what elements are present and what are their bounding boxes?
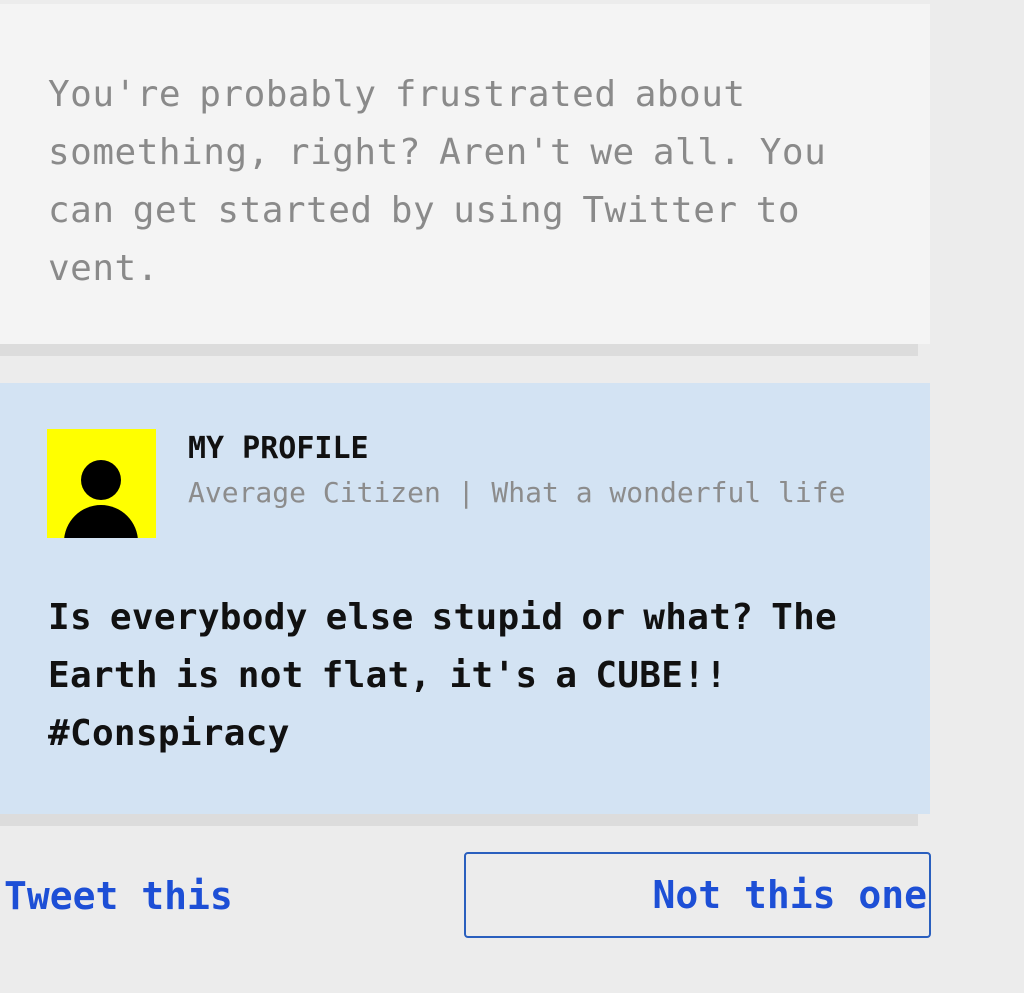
person-body-icon: [64, 505, 138, 538]
intro-text: You're probably frustrated about somethi…: [48, 74, 827, 289]
tweet-text: Is everybody else stupid or what? The Ea…: [48, 597, 838, 754]
profile-name: MY PROFILE: [188, 431, 369, 466]
tweet-this-button[interactable]: Tweet this: [0, 864, 233, 928]
not-this-one-button[interactable]: Not this one: [464, 852, 931, 938]
person-silhouette-icon: [81, 460, 121, 500]
profile-bio: Average Citizen | What a wonderful life: [188, 476, 846, 509]
avatar: [47, 429, 156, 538]
intro-card: You're probably frustrated about somethi…: [0, 4, 930, 344]
tweet-card: MY PROFILE Average Citizen | What a wond…: [0, 383, 930, 814]
